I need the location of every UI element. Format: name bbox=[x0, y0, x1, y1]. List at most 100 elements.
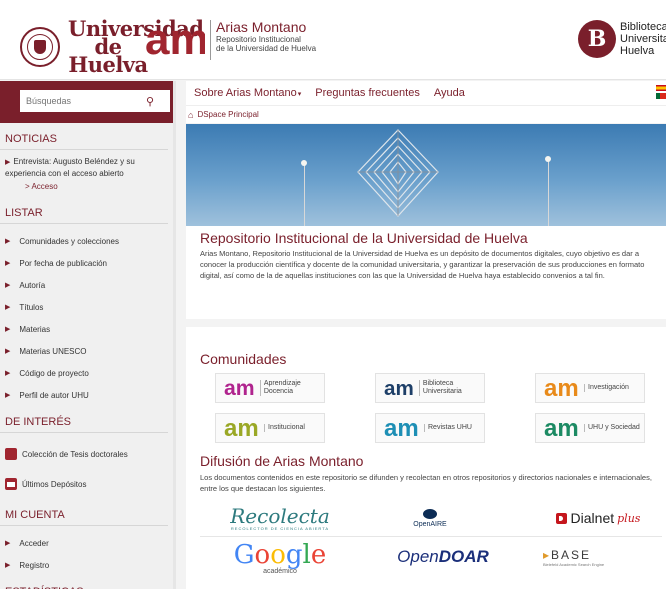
community-investigacion[interactable]: am Investigación bbox=[535, 373, 645, 403]
news-item[interactable]: ▶ Entrevista: Augusto Beléndez y su exper… bbox=[0, 156, 173, 179]
search-icon[interactable]: ⚲ bbox=[146, 95, 154, 108]
community-sociedad[interactable]: am UHU y Sociedad bbox=[535, 413, 645, 443]
google-scholar-logo[interactable]: Google académico bbox=[230, 538, 330, 578]
arias-montano-am-logo[interactable]: am bbox=[145, 20, 205, 60]
browse-author-profile[interactable]: ▶ Perfil de autor UHU bbox=[0, 384, 173, 406]
login-link[interactable]: ▶ Acceder bbox=[0, 532, 173, 554]
community-aprendizaje[interactable]: am Aprendizaje Docencia bbox=[215, 373, 325, 403]
recolecta-wordmark: Recolecta bbox=[230, 503, 330, 528]
triangle-right-icon: ▶ bbox=[5, 562, 11, 569]
svg-text:am: am bbox=[384, 418, 419, 438]
browse-by-title[interactable]: ▶ Títulos bbox=[0, 296, 173, 318]
search-field[interactable]: ⚲ bbox=[20, 90, 170, 112]
lamp-globe bbox=[545, 156, 551, 162]
intro-panel: Repositorio Institucional de la Universi… bbox=[186, 124, 666, 319]
browse-by-subject[interactable]: ▶ Materias bbox=[0, 318, 173, 340]
biblioteca-line-3: Huelva bbox=[620, 45, 655, 57]
browse-label: Autoría bbox=[19, 280, 46, 290]
biblioteca-seal-icon: B bbox=[578, 20, 616, 58]
recolecta-tagline: RECOLECTOR DE CIENCIA ABIERTA bbox=[230, 525, 330, 531]
base-tagline: Bielefeld Academic Search Engine bbox=[543, 561, 605, 567]
triangle-right-icon: ▶ bbox=[5, 326, 11, 333]
lamp-globe bbox=[301, 160, 307, 166]
browse-label: Comunidades y colecciones bbox=[19, 236, 119, 246]
language-switcher bbox=[656, 85, 666, 101]
base-logo[interactable]: ▸BASE Bielefeld Academic Search Engine bbox=[543, 542, 643, 572]
openaire-logo[interactable]: OpenAIRE bbox=[400, 502, 460, 534]
triangle-right-icon: ▶ bbox=[5, 370, 11, 377]
section-divider bbox=[186, 319, 666, 327]
intro-title: Repositorio Institucional de la Universi… bbox=[200, 230, 528, 246]
community-biblioteca[interactable]: am Biblioteca Universitaria bbox=[375, 373, 485, 403]
biblioteca-logo[interactable]: B Biblioteca Universitaria Huelva bbox=[578, 20, 666, 58]
communities-grid: am Aprendizaje Docencia am Biblioteca Un… bbox=[200, 373, 666, 451]
nav-about[interactable]: Sobre Arias Montano▾ bbox=[194, 87, 301, 99]
account-label: Acceder bbox=[19, 538, 49, 548]
opendoar-wordmark-doar: DOAR bbox=[438, 547, 489, 566]
home-icon[interactable]: ⌂ bbox=[188, 110, 193, 120]
repository-title-block: Arias Montano Repositorio Institucional … bbox=[210, 20, 316, 60]
breadcrumb-home-link[interactable]: DSpace Principal bbox=[197, 110, 258, 119]
communities-heading: Comunidades bbox=[200, 351, 287, 367]
recolecta-logo[interactable]: Recolecta RECOLECTOR DE CIENCIA ABIERTA bbox=[230, 502, 330, 534]
main-content: Sobre Arias Montano▾ Preguntas frecuente… bbox=[186, 81, 666, 589]
account-heading: MI CUENTA bbox=[0, 499, 168, 526]
google-wordmark: Google bbox=[233, 539, 327, 570]
news-item-text[interactable]: Entrevista: Augusto Beléndez y su experi… bbox=[5, 157, 135, 178]
sidebar: ⚲ NOTICIAS ▶Entrevista: Augusto Beléndez… bbox=[0, 81, 176, 589]
triangle-right-icon: ▶ bbox=[5, 282, 11, 289]
triangle-right-icon: ▶ bbox=[5, 260, 11, 267]
browse-label: Materias bbox=[19, 324, 51, 334]
search-input[interactable] bbox=[26, 96, 146, 106]
register-link[interactable]: ▶ Registro bbox=[0, 554, 173, 576]
site-header: Universidad de Huelva am Arias Montano R… bbox=[0, 0, 666, 80]
sculpture-image bbox=[357, 129, 439, 217]
search-panel: ⚲ bbox=[0, 81, 173, 123]
repository-subtitle-2: de la Universidad de Huelva bbox=[216, 44, 317, 53]
dialnet-wordmark: Dialnet bbox=[570, 510, 615, 526]
latest-deposits-link[interactable]: Últimos Depósitos bbox=[0, 469, 173, 499]
community-label: UHU y Sociedad bbox=[584, 424, 640, 432]
opendoar-logo[interactable]: Open DOAR bbox=[393, 542, 493, 572]
communities-panel: Comunidades am Aprendizaje Docencia am B… bbox=[186, 327, 666, 589]
repository-subtitle-1: Repositorio Institucional bbox=[216, 35, 301, 44]
base-wordmark-text: BASE bbox=[551, 547, 592, 562]
repository-title: Arias Montano bbox=[216, 19, 307, 35]
dialnet-logo[interactable]: Dialnet plus bbox=[543, 502, 653, 534]
thesis-collection-link[interactable]: Colección de Tesis doctorales bbox=[0, 439, 173, 469]
community-label: Investigación bbox=[584, 384, 629, 392]
lamp-pole bbox=[304, 164, 305, 226]
breadcrumb: ⌂ DSpace Principal bbox=[186, 105, 666, 123]
community-institucional[interactable]: am Institucional bbox=[215, 413, 325, 443]
browse-communities[interactable]: ▶ Comunidades y colecciones bbox=[0, 230, 173, 252]
portuguese-flag-icon[interactable] bbox=[656, 93, 666, 99]
community-revistas[interactable]: am Revistas UHU bbox=[375, 413, 485, 443]
caret-down-icon: ▾ bbox=[297, 91, 302, 98]
universidad-huelva-logo[interactable]: Universidad de Huelva bbox=[20, 18, 204, 75]
am-logo-icon: am bbox=[384, 378, 414, 398]
browse-label: Perfil de autor UHU bbox=[19, 390, 89, 400]
community-label: Biblioteca Universitaria bbox=[418, 380, 484, 396]
browse-label: Títulos bbox=[19, 302, 44, 312]
triangle-right-icon: ▶ bbox=[5, 540, 11, 547]
browse-label: Código de proyecto bbox=[19, 368, 89, 378]
triangle-right-icon: ▶ bbox=[5, 159, 11, 166]
browse-label: Materias UNESCO bbox=[19, 346, 87, 356]
community-label: Revistas UHU bbox=[424, 424, 472, 432]
nav-faq[interactable]: Preguntas frecuentes bbox=[315, 87, 420, 99]
browse-by-author[interactable]: ▶ Autoría bbox=[0, 274, 173, 296]
browse-by-project-code[interactable]: ▶ Código de proyecto bbox=[0, 362, 173, 384]
divider bbox=[200, 536, 662, 537]
news-acceso-link[interactable]: > Acceso bbox=[0, 179, 173, 197]
base-wordmark: ▸BASE bbox=[543, 547, 592, 562]
svg-text:am: am bbox=[544, 418, 579, 438]
interest-heading: DE INTERÉS bbox=[0, 406, 168, 433]
account-label: Registro bbox=[19, 560, 50, 570]
browse-by-unesco[interactable]: ▶ Materias UNESCO bbox=[0, 340, 173, 362]
browse-label: Por fecha de publicación bbox=[19, 258, 108, 268]
calendar-icon bbox=[5, 478, 17, 490]
nav-help[interactable]: Ayuda bbox=[434, 87, 465, 99]
browse-by-date[interactable]: ▶ Por fecha de publicación bbox=[0, 252, 173, 274]
spanish-flag-icon[interactable] bbox=[656, 85, 666, 91]
community-label: Aprendizaje Docencia bbox=[259, 380, 324, 396]
